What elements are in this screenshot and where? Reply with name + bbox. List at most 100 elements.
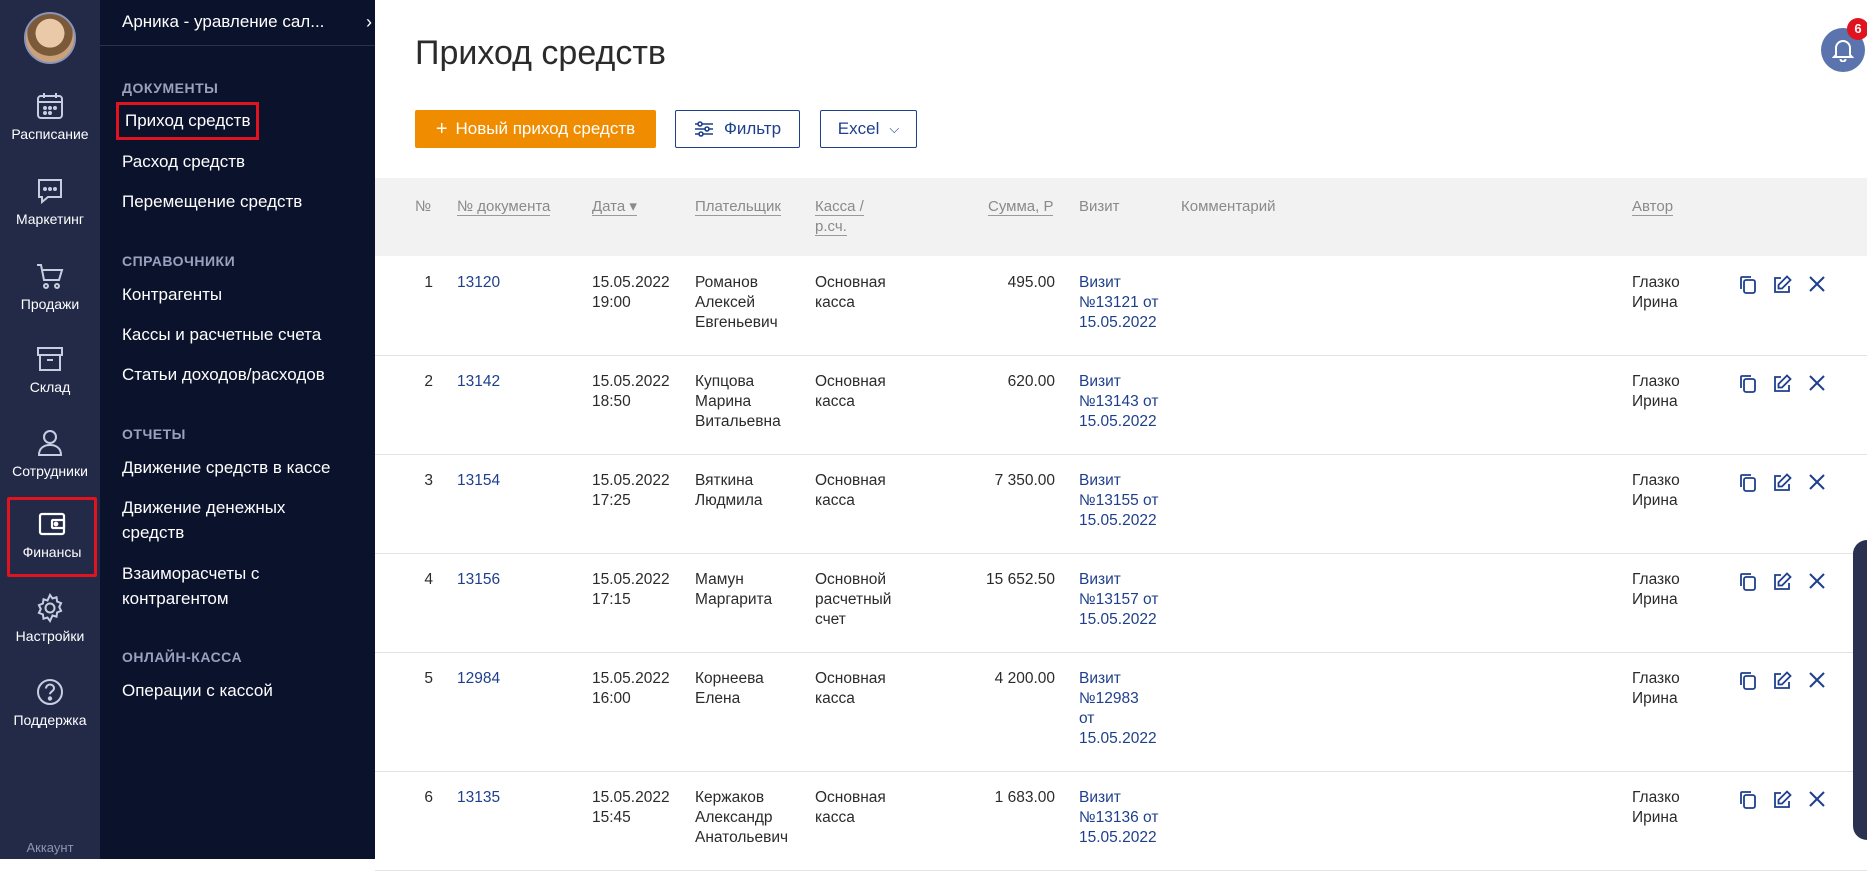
cell-line: Ирина — [1632, 809, 1678, 826]
nav-link-income[interactable]: Приход средств — [116, 102, 260, 140]
cell-line: Основная — [815, 373, 886, 390]
rail-item-label: Маркетинг — [15, 211, 85, 227]
rail-item-marketing[interactable]: Маркетинг — [0, 165, 100, 245]
cell-line: №13121 от — [1079, 294, 1159, 311]
new-income-button[interactable]: + Новый приход средств — [415, 110, 656, 148]
avatar[interactable] — [24, 12, 76, 64]
copy-icon[interactable] — [1737, 670, 1759, 692]
nav-link-transfer[interactable]: Перемещение средств — [122, 189, 362, 214]
edit-icon[interactable] — [1771, 670, 1793, 692]
cell-visit[interactable]: Визит №13157 от 15.05.2022 — [1079, 570, 1158, 630]
cell-visit[interactable]: Визит №13121 от 15.05.2022 — [1079, 273, 1158, 333]
cell-line: 18:50 — [592, 393, 631, 410]
cell-line: Ирина — [1632, 492, 1678, 509]
cell-n: 3 — [424, 472, 433, 489]
nav-link-expense[interactable]: Расход средств — [122, 149, 362, 174]
rail-item-finance[interactable]: Финансы — [7, 497, 97, 577]
rail-item-settings[interactable]: Настройки — [0, 582, 100, 662]
cell-date: 15.05.2022 17:25 — [592, 471, 670, 511]
nav-link-income-expense-items[interactable]: Статьи доходов/расходов — [122, 362, 362, 387]
cell-doc[interactable]: 13156 — [457, 570, 500, 590]
table-row: 3 13154 15.05.2022 17:25 Вяткина Людмила Основ… — [375, 454, 1867, 554]
nav-link-money-flow[interactable]: Движение денежных средств — [122, 495, 322, 545]
col-header-visit: Визит — [1079, 198, 1120, 215]
notification-count-badge: 6 — [1847, 18, 1867, 40]
col-header-payer[interactable]: Плательщик — [695, 197, 781, 217]
nav-link-counterparties[interactable]: Контрагенты — [122, 282, 362, 307]
section-title-documents: ДОКУМЕНТЫ — [122, 80, 219, 96]
delete-icon[interactable] — [1807, 274, 1827, 294]
copy-icon[interactable] — [1737, 472, 1759, 494]
edit-icon[interactable] — [1771, 274, 1793, 296]
cell-visit[interactable]: Визит №13143 от 15.05.2022 — [1079, 372, 1158, 432]
cell-line: 15.05.2022 — [1079, 730, 1157, 747]
cell-line: №13143 от — [1079, 393, 1159, 410]
cell-cash: Основная касса — [815, 273, 886, 313]
icon-rail: Расписание Маркетинг Продажи Склад Сотру… — [0, 0, 100, 859]
rail-item-support[interactable]: Поддержка — [0, 666, 100, 746]
copy-icon[interactable] — [1737, 373, 1759, 395]
row-actions — [1737, 472, 1837, 496]
cell-payer: Мамун Маргарита — [695, 570, 772, 610]
row-actions — [1737, 571, 1837, 595]
copy-icon[interactable] — [1737, 274, 1759, 296]
row-actions — [1737, 670, 1837, 694]
filter-button[interactable]: Фильтр — [675, 110, 800, 148]
rail-item-warehouse[interactable]: Склад — [0, 333, 100, 413]
excel-dropdown[interactable]: Excel ⌵ — [820, 110, 917, 148]
nav-link-cash-operations[interactable]: Операции с кассой — [122, 678, 362, 703]
cell-line: касса — [815, 393, 855, 410]
cell-line: Мамун — [695, 571, 744, 588]
nav-link-cash-movement[interactable]: Движение средств в кассе — [122, 455, 362, 480]
cell-visit[interactable]: Визит №13155 от 15.05.2022 — [1079, 471, 1158, 531]
rail-item-sales[interactable]: Продажи — [0, 250, 100, 330]
cell-line: Витальевна — [695, 413, 781, 430]
nav-link-settlements[interactable]: Взаиморасчеты с контрагентом — [122, 561, 322, 611]
col-header-date[interactable]: Дата ▾ — [592, 197, 637, 217]
edit-icon[interactable] — [1771, 571, 1793, 593]
nav-link-cash-accounts[interactable]: Кассы и расчетные счета — [122, 322, 362, 347]
excel-label: Excel — [837, 119, 880, 138]
cell-line: №13155 от — [1079, 492, 1159, 509]
cell-line: 15.05.2022 — [1079, 413, 1157, 430]
organization-selector[interactable]: Арника - уравление сал... › — [122, 10, 372, 34]
delete-icon[interactable] — [1807, 571, 1827, 591]
col-header-cash[interactable]: Касса / р.сч. — [815, 197, 864, 237]
cell-doc[interactable]: 13154 — [457, 471, 500, 491]
cell-visit[interactable]: Визит №13136 от 15.05.2022 — [1079, 788, 1158, 848]
cell-line: Романов — [695, 274, 758, 291]
cell-line: Купцова — [695, 373, 755, 390]
cell-doc[interactable]: 13142 — [457, 372, 500, 392]
cell-author: Глазко Ирина — [1632, 788, 1680, 828]
account-link[interactable]: Аккаунт — [0, 837, 100, 859]
col-header-author[interactable]: Автор — [1632, 197, 1674, 217]
cell-line: Ирина — [1632, 294, 1678, 311]
rail-item-staff[interactable]: Сотрудники — [0, 417, 100, 497]
cell-author: Глазко Ирина — [1632, 570, 1680, 610]
cell-line: 15:45 — [592, 809, 631, 826]
table-row: 5 12984 15.05.2022 16:00 Корнеева Елена Основн… — [375, 652, 1867, 772]
side-panel-handle[interactable] — [1853, 540, 1867, 840]
delete-icon[interactable] — [1807, 472, 1827, 492]
col-header-sum[interactable]: Сумма, Р — [988, 197, 1054, 217]
cell-visit[interactable]: Визит №12983 от 15.05.2022 — [1079, 669, 1157, 749]
edit-icon[interactable] — [1771, 373, 1793, 395]
cell-doc[interactable]: 13120 — [457, 273, 500, 293]
copy-icon[interactable] — [1737, 571, 1759, 593]
cell-line: №13136 от — [1079, 809, 1159, 826]
cell-line: Людмила — [695, 492, 763, 509]
delete-icon[interactable] — [1807, 373, 1827, 393]
copy-icon[interactable] — [1737, 789, 1759, 811]
col-header-document[interactable]: № документа — [457, 197, 551, 217]
cell-doc[interactable]: 13135 — [457, 788, 500, 808]
delete-icon[interactable] — [1807, 670, 1827, 690]
edit-icon[interactable] — [1771, 789, 1793, 811]
rail-item-schedule[interactable]: Расписание — [0, 80, 100, 160]
delete-icon[interactable] — [1807, 789, 1827, 809]
cell-date: 15.05.2022 18:50 — [592, 372, 670, 412]
cell-doc[interactable]: 12984 — [457, 669, 500, 689]
cell-sum: 15 652.50 — [986, 571, 1055, 588]
edit-icon[interactable] — [1771, 472, 1793, 494]
cell-cash: Основная касса — [815, 372, 886, 412]
chat-icon — [38, 179, 62, 205]
